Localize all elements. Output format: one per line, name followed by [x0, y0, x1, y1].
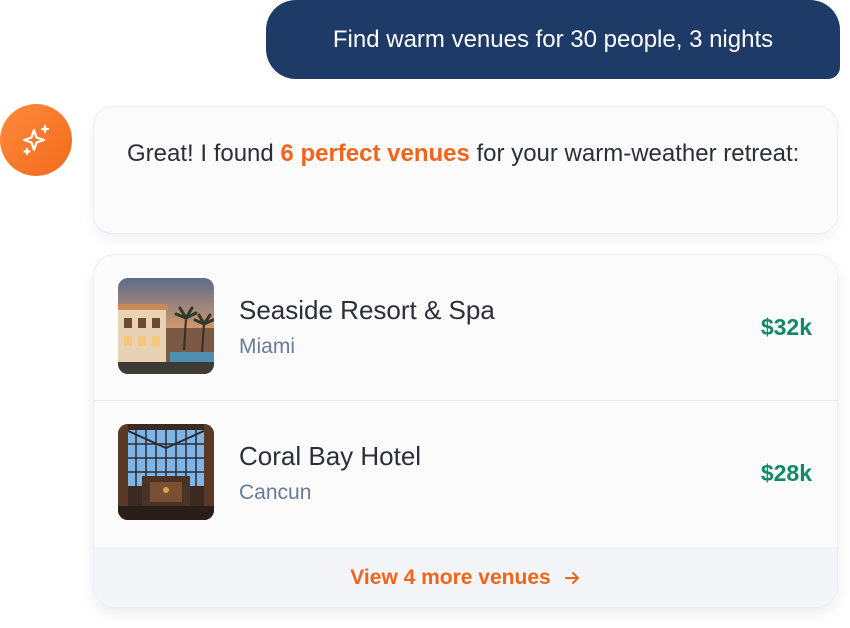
venue-item[interactable]: Coral Bay Hotel Cancun $28k — [94, 401, 837, 547]
venue-thumbnail — [118, 278, 214, 374]
assistant-message-prefix: Great! I found — [127, 140, 281, 167]
venue-city: Miami — [239, 335, 295, 358]
user-message-text: Find warm venues for 30 people, 3 nights — [332, 25, 774, 53]
view-more-label: View 4 more venues — [350, 566, 551, 589]
venue-results-card: Seaside Resort & Spa Miami $32k Coral Ba… — [93, 254, 838, 608]
venue-thumbnail — [118, 424, 214, 520]
venue-item[interactable]: Seaside Resort & Spa Miami $32k — [94, 255, 837, 401]
assistant-message-bubble: Great! I found 6 perfect venues for your… — [93, 106, 838, 234]
venue-city: Cancun — [239, 481, 312, 504]
venue-name: Coral Bay Hotel — [239, 441, 422, 471]
venue-name: Seaside Resort & Spa — [239, 295, 495, 325]
assistant-message-suffix: for your warm-weather retreat: — [469, 140, 800, 167]
assistant-avatar — [0, 104, 72, 176]
sparkles-icon — [19, 123, 53, 157]
venue-count-highlight: 6 perfect venues — [280, 140, 470, 167]
venue-price: $28k — [760, 460, 812, 486]
venue-price: $32k — [760, 314, 812, 340]
user-message-bubble: Find warm venues for 30 people, 3 nights — [266, 0, 840, 79]
view-more-venues-link[interactable]: View 4 more venues — [94, 547, 837, 607]
arrow-right-icon — [563, 569, 581, 587]
